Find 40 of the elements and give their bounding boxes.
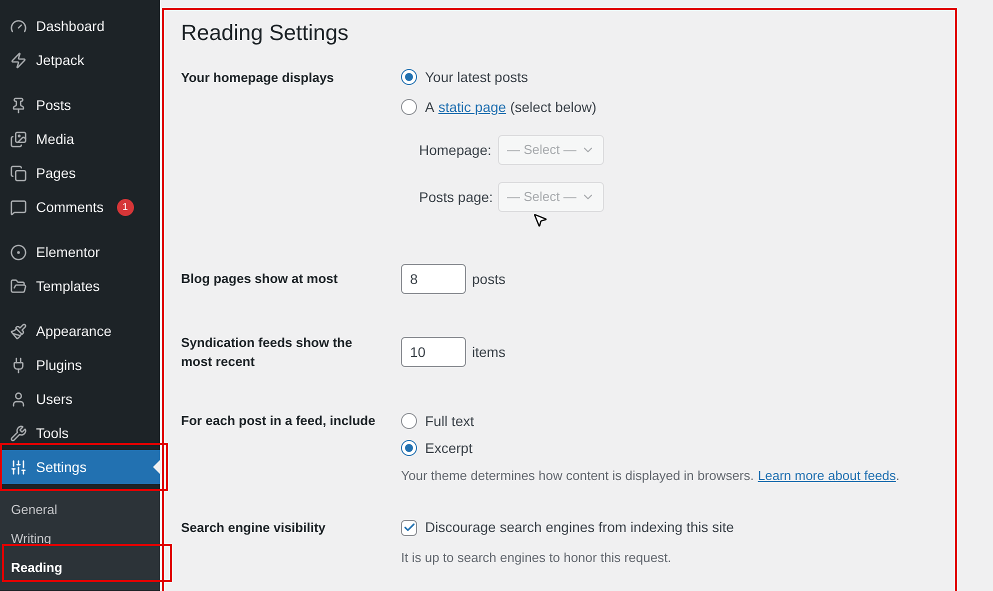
page-title: Reading Settings [181,19,350,47]
submenu-item[interactable]: Reading [0,553,160,582]
unit-label: items [472,342,506,362]
sidebar-item[interactable]: Pages [0,156,160,190]
sidebar-item[interactable]: Plugins [0,348,160,382]
field-label: Syndication feeds show the most recent [181,334,354,371]
select-label: Posts page: [419,188,494,207]
sidebar-item[interactable]: Posts [0,88,160,122]
sidebar-item[interactable]: Elementor [0,235,160,269]
radio-label: (select below) [510,98,596,117]
sidebar-item[interactable]: Templates [0,269,160,303]
field-label: For each post in a feed, include [181,412,376,430]
sidebar-item[interactable]: Dashboard [0,9,160,43]
radio-label: Excerpt [425,438,472,458]
note-text: It is up to search engines to honor this request. [401,548,672,567]
static-page-link[interactable]: static page [438,96,506,118]
sidebar-item[interactable]: Media [0,122,160,156]
radio-label: Your latest posts [425,68,528,87]
number-field[interactable]: 8 [401,264,466,294]
field-label: Blog pages show at most [181,270,339,288]
select-label: Homepage: [419,140,492,160]
description-text: . [896,467,900,485]
unit-label: posts [472,270,506,289]
sidebar-item[interactable]: Tools [0,416,160,450]
submenu-item[interactable]: General [0,495,160,524]
sidebar-item[interactable]: Comments 1 [0,190,160,224]
feeds-link[interactable]: Learn more about feeds [758,466,896,486]
description-text: Your theme determines how content is displayed in browsers. [401,467,754,485]
sidebar-item[interactable]: Jetpack [0,43,160,77]
submenu-item[interactable]: Writing [0,524,160,553]
count-badge: 1 [116,198,134,216]
sidebar-item[interactable]: Users [0,382,160,416]
sidebar-item[interactable]: Settings [0,450,160,484]
radio-label: A [425,98,434,116]
sidebar-item[interactable]: Appearance [0,314,160,348]
radio-label: Full text [425,412,474,430]
number-field[interactable]: 10 [401,337,466,367]
field-label: Search engine visibility [181,518,326,537]
field-label: Your homepage displays [181,69,335,87]
checkbox-label: Discourage search engines from indexing this site [425,518,734,537]
